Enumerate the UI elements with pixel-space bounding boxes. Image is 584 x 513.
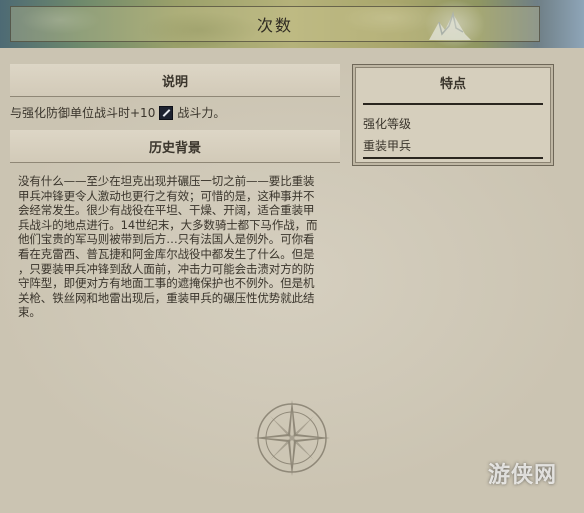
traits-panel: 特点 强化等级 重装甲兵 — [352, 64, 554, 166]
description-text: 与强化防御单位战斗时+10 战斗力。 — [10, 104, 330, 121]
description-text-before: 与强化防御单位战斗时+10 — [10, 106, 156, 120]
history-heading: 历史背景 — [10, 130, 340, 163]
description-heading: 说明 — [10, 64, 340, 97]
compass-rose-icon — [254, 400, 330, 476]
watermark-logo: 游侠网 — [488, 463, 558, 488]
sword-strength-icon — [159, 105, 174, 120]
title-bar: 次数 — [10, 6, 540, 42]
description-text-after: 战斗力。 — [177, 106, 226, 120]
traits-top-divider — [363, 103, 543, 105]
traits-heading: 特点 — [439, 77, 466, 92]
page-title: 次数 — [256, 16, 293, 35]
traits-bottom-divider — [363, 157, 543, 159]
trait-item: 重装甲兵 — [363, 139, 412, 153]
trait-item: 强化等级 — [363, 117, 412, 131]
history-text: 没有什么——至少在坦克出现并碾压一切之前——要比重装 甲兵冲锋更令人激动也更行之… — [18, 174, 318, 320]
